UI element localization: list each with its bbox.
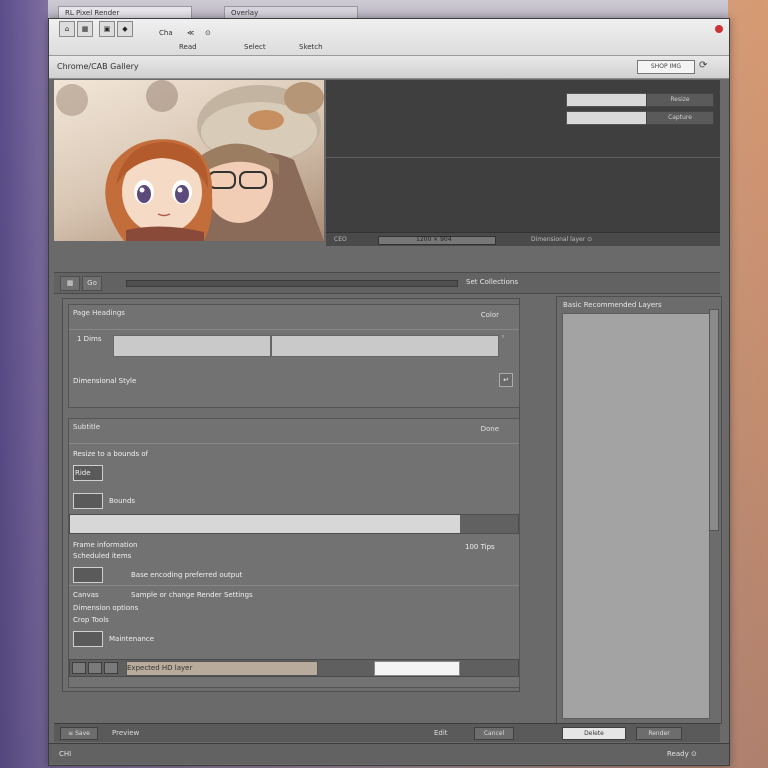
dims-input-2[interactable] [271,335,499,357]
go-button[interactable]: Go [82,276,102,291]
maintenance-label: Maintenance [109,635,155,643]
viewer-status: CEO 1200 × 904 Dimensional layer ⊙ [326,232,720,246]
toolbar-scrollbar[interactable] [126,280,458,287]
home-icon[interactable]: ⌂ [59,21,75,37]
white-field[interactable] [374,661,460,676]
preview-label[interactable]: Preview [112,729,139,737]
capture-field[interactable] [566,111,648,125]
layer-label: Dimensional layer ⊙ [531,236,593,243]
progress-fill [70,515,460,533]
subtitle-section: Subtitle Done Resize to a bounds of Ride… [68,418,520,688]
render-button[interactable]: Render [636,727,682,740]
viewer-panel: Resize Capture [326,80,720,232]
section-title: Subtitle [73,423,101,431]
tab-title: RL Pixel Render [65,9,120,17]
chip[interactable] [104,662,118,674]
status-label: CEO [334,236,347,243]
tag-label: Ride [75,469,91,477]
menu-item[interactable]: ≪ [187,29,194,37]
toolbar: ▦ Go Set Collections [54,272,720,294]
address-text[interactable]: Chrome/CAB Gallery [57,62,139,71]
style-label: Dimensional Style [73,377,137,385]
chip-thumbnail[interactable] [73,493,103,509]
edit-label[interactable]: Edit [434,729,448,737]
headings-section: Page Headings Color 1 Dims ◦ Dimensional… [68,304,520,408]
menu-item[interactable]: Cha [159,29,173,37]
divider [326,157,720,158]
progress-bar[interactable] [69,514,519,534]
resize-button[interactable]: Resize [646,93,714,107]
footer: ≡ Save Preview Edit Cancel Delete Render [54,723,720,742]
input-label: 1 Dims [77,335,102,343]
checkbox[interactable]: ↵ [499,373,513,387]
group-line: Dimension options [73,604,139,612]
status-right: Ready ⊙ [667,750,697,758]
grid-icon[interactable]: ▦ [77,21,93,37]
dot-icon: ◦ [501,333,506,341]
block-label: Frame information [73,541,138,549]
tips-label[interactable]: 100 Tips [465,543,495,551]
note-thumbnail[interactable] [73,567,103,583]
divider [69,443,519,444]
section-action[interactable]: Color [481,311,499,319]
lock-icon[interactable]: ◆ [117,21,133,37]
capture-button[interactable]: Capture [646,111,714,125]
section-title: Page Headings [73,309,125,317]
layers-panel: Basic Recommended Layers [556,296,722,724]
tab-title: Overlay [231,9,259,17]
tool-item[interactable]: Sketch [299,43,323,51]
menubar: ⌂ ▦ ▣ ◆ Cha ≪ ⊙ Read Select Sketch [49,19,729,56]
tan-field[interactable]: Expected HD layer [126,661,318,676]
save-icon[interactable]: ▣ [99,21,115,37]
status-bar: CHI Ready ⊙ [49,743,729,764]
maint-thumbnail[interactable] [73,631,103,647]
settings-panel: Page Headings Color 1 Dims ◦ Dimensional… [62,298,520,692]
note-text: Base encoding preferred output [131,571,243,579]
cancel-button[interactable]: Cancel [474,727,514,740]
block-label: Scheduled items [73,552,132,560]
save-button[interactable]: ≡ Save [60,727,98,740]
group-line: Crop Tools [73,616,109,624]
bottom-row: Expected HD layer [69,659,519,677]
section-action[interactable]: Done [481,425,499,433]
image-preview [54,80,324,241]
refresh-icon[interactable]: ⟳ [699,60,707,71]
tool-item[interactable]: Read [179,43,197,51]
status-left: CHI [59,750,72,758]
tool-item[interactable]: Select [244,43,266,51]
group-title: Canvas [73,591,99,599]
dimension-label: 1200 × 904 [416,236,452,243]
anime-illustration [56,80,324,241]
menu-item[interactable]: ⊙ [205,29,211,37]
group-desc: Sample or change Render Settings [131,591,253,599]
divider [69,329,519,330]
grid-button[interactable]: ▦ [60,276,80,291]
delete-button[interactable]: Delete [562,727,626,740]
dims-input[interactable] [113,335,271,357]
divider [69,585,519,586]
address-bar[interactable]: Chrome/CAB Gallery SHOP IMG ⟳ [49,56,729,79]
chip-label: Bounds [109,497,136,505]
close-icon[interactable] [715,25,723,33]
scrollbar[interactable] [709,309,719,531]
chip[interactable] [72,662,86,674]
layers-title: Basic Recommended Layers [563,301,662,309]
app-window: ⌂ ▦ ▣ ◆ Cha ≪ ⊙ Read Select Sketch Chrom… [48,18,730,766]
resize-field[interactable] [566,93,648,107]
subtitle-text: Resize to a bounds of [73,450,149,458]
collections-label[interactable]: Set Collections [466,278,518,286]
layers-list[interactable] [562,313,710,719]
address-button[interactable]: SHOP IMG [637,60,695,74]
chip[interactable] [88,662,102,674]
